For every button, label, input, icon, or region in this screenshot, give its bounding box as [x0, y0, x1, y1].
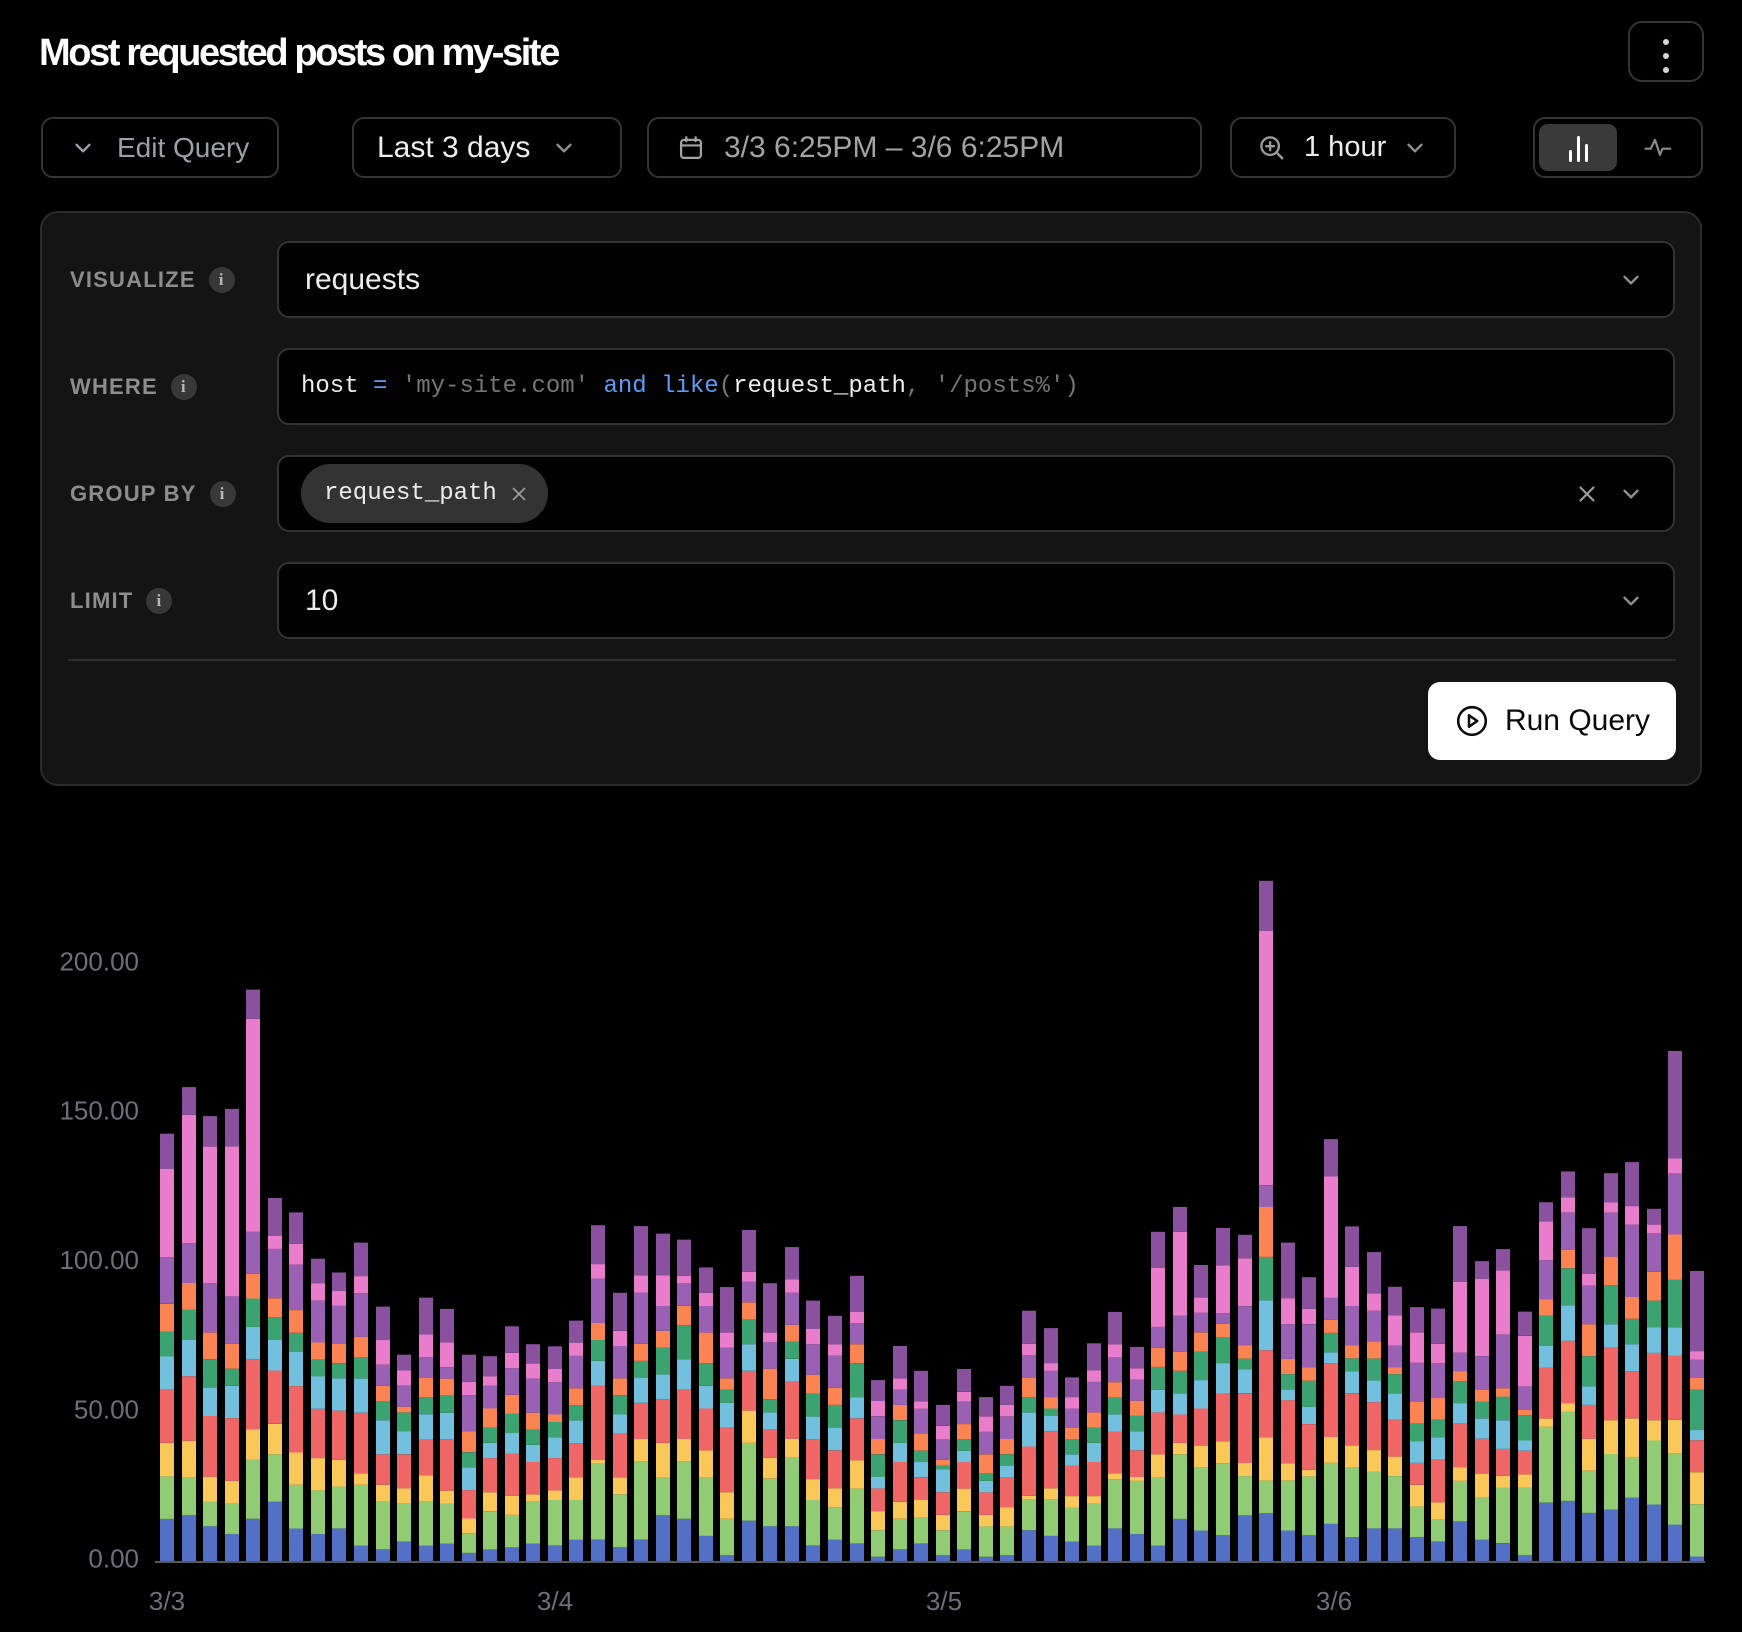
svg-text:3/3: 3/3: [149, 1586, 185, 1616]
svg-text:0.00: 0.00: [88, 1544, 139, 1574]
svg-text:150.00: 150.00: [59, 1096, 139, 1126]
svg-text:3/4: 3/4: [537, 1586, 573, 1616]
svg-text:200.00: 200.00: [59, 946, 139, 976]
svg-text:3/5: 3/5: [926, 1586, 962, 1616]
svg-text:50.00: 50.00: [74, 1394, 139, 1424]
svg-text:100.00: 100.00: [59, 1245, 139, 1275]
svg-text:3/6: 3/6: [1316, 1586, 1352, 1616]
